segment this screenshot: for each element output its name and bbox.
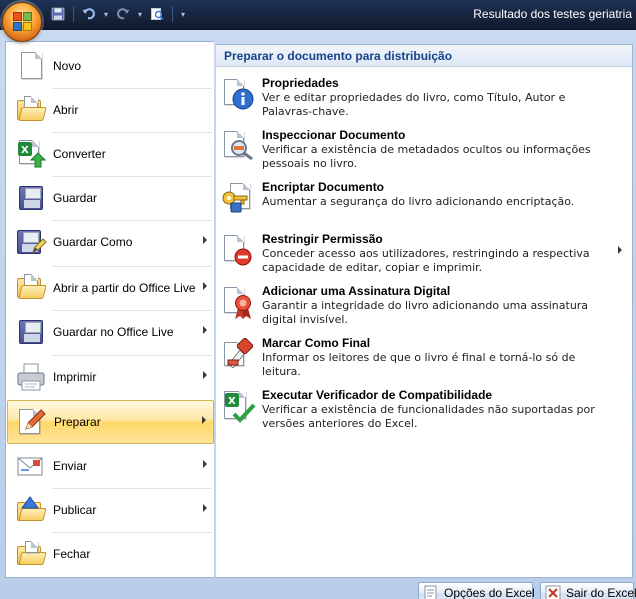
save-icon [15,182,47,214]
menu-item-fechar[interactable]: Fechar [7,533,214,575]
window-title: Resultado dos testes geriatria [473,7,632,21]
title-bar: ▾ ▾ ▾ Resultado dos testes geriatria [0,0,636,30]
panel-item-description: Ver e editar propriedades do livro, como… [262,91,566,118]
panel-item-description: Verificar a existência de metadados ocul… [262,143,591,170]
options-document-icon [423,585,439,599]
redo-dropdown-icon[interactable]: ▾ [135,4,145,24]
menu-item-label: Converter [53,147,106,161]
panel-item-marcar-como-final[interactable]: Marcar Como Final Informar os leitores d… [220,336,626,386]
panel-item-title: Restringir Permissão [262,232,383,246]
properties-icon [222,78,256,112]
redo-icon[interactable] [113,4,133,24]
menu-item-abrir-office-live[interactable]: Abrir a partir do Office Live [7,267,214,309]
panel-item-description: Informar os leitores de que o livro é fi… [262,351,576,378]
menu-item-converter[interactable]: X Converter [7,133,214,175]
menu-item-label: Abrir [53,103,79,117]
menu-item-label: Guardar [53,191,98,205]
exit-excel-label: Sair do Excel [566,586,636,599]
exit-x-icon [545,585,561,599]
menu-item-imprimir[interactable]: Imprimir [7,356,214,398]
panel-item-restringir-permissao[interactable]: Restringir Permissão Conceder acesso aos… [220,232,626,282]
submenu-arrow-icon [202,416,206,424]
publish-icon [15,494,47,526]
menu-item-label: Guardar no Office Live [53,325,174,339]
panel-item-title: Inspeccionar Documento [262,128,406,142]
menu-item-label: Guardar Como [53,235,133,249]
menu-item-publicar[interactable]: Publicar [7,489,214,531]
menu-item-label: Imprimir [53,370,97,384]
panel-item-title: Executar Verificador de Compatibilidade [262,388,493,402]
panel-header: Preparar o documento para distribuição [216,45,632,67]
prepare-icon [16,406,48,438]
office-live-save-icon [15,316,47,348]
submenu-arrow-icon [203,371,207,379]
submenu-arrow-icon [203,460,207,468]
panel-item-assinatura-digital[interactable]: Adicionar uma Assinatura Digital Garanti… [220,284,626,334]
panel-item-verificador-compatibilidade[interactable]: X Executar Verificador de Compatibilidad… [220,388,626,438]
menu-item-guardar-como[interactable]: Guardar Como [7,221,214,263]
excel-options-label: Opções do Excel [444,586,535,599]
menu-item-label: Fechar [53,547,91,561]
send-icon [15,450,47,482]
undo-icon[interactable] [79,4,99,24]
new-document-icon [15,50,47,82]
open-folder-icon [15,94,47,126]
panel-item-description: Verificar a existência de funcionalidade… [262,403,595,430]
compatibility-checker-icon: X [222,390,256,424]
customize-icon[interactable]: ▾ [178,4,188,24]
undo-dropdown-icon[interactable]: ▾ [101,4,111,24]
office-button[interactable] [2,2,42,42]
panel-item-description: Conceder acesso aos utilizadores, restri… [262,247,590,274]
panel-item-propriedades[interactable]: Propriedades Ver e editar propriedades d… [220,76,626,126]
close-folder-icon [15,538,47,570]
menu-item-novo[interactable]: Novo [7,45,214,87]
qat-separator [172,6,173,22]
qat-separator [73,6,74,22]
menu-item-guardar-office-live[interactable]: Guardar no Office Live [7,311,214,353]
menu-item-label: Novo [53,59,82,73]
menu-item-preparar[interactable]: Preparar [7,400,214,444]
panel-item-title: Propriedades [262,76,339,90]
office-live-open-icon [15,272,47,304]
panel-item-description: Aumentar a segurança do livro adicionand… [262,195,575,208]
menu-item-abrir[interactable]: Abrir [7,89,214,131]
office-logo-icon [13,12,33,32]
panel-item-title: Adicionar uma Assinatura Digital [262,284,451,298]
office-menu: Novo Abrir X Converter Guardar Guardar C… [0,30,636,599]
menu-item-label: Abrir a partir do Office Live [53,281,196,295]
submenu-arrow-icon [203,504,207,512]
prepare-submenu-panel: Preparar o documento para distribuição P… [215,44,633,578]
submenu-arrow-icon [203,326,207,334]
inspect-document-icon [222,130,256,164]
submenu-arrow-icon [618,246,622,254]
svg-text:X: X [21,145,29,156]
exit-excel-button[interactable]: Sair do Excel [540,582,636,599]
menu-item-label: Enviar [53,459,88,473]
digital-signature-icon [222,286,256,320]
printer-icon [15,361,47,393]
convert-icon: X [15,138,47,170]
menu-item-enviar[interactable]: Enviar [7,445,214,487]
panel-item-description: Garantir a integridade do livro adiciona… [262,299,589,326]
save-as-icon [15,226,47,258]
save-icon[interactable] [48,4,68,24]
print-preview-icon[interactable] [147,4,167,24]
menu-item-label: Preparar [54,415,101,429]
encrypt-key-icon [222,182,256,216]
submenu-arrow-icon [203,282,207,290]
panel-item-inspeccionar-documento[interactable]: Inspeccionar Documento Verificar a exist… [220,128,626,178]
quick-access-toolbar: ▾ ▾ ▾ [48,4,188,24]
menu-item-label: Publicar [53,503,97,517]
mark-final-icon [222,338,256,372]
restrict-permission-icon [222,234,256,268]
submenu-arrow-icon [203,236,207,244]
excel-options-button[interactable]: Opções do Excel [418,582,535,599]
panel-item-title: Marcar Como Final [262,336,371,350]
office-menu-commands: Novo Abrir X Converter Guardar Guardar C… [5,41,214,578]
panel-item-encriptar-documento[interactable]: Encriptar Documento Aumentar a segurança… [220,180,626,230]
panel-item-title: Encriptar Documento [262,180,385,194]
menu-item-guardar[interactable]: Guardar [7,177,214,219]
